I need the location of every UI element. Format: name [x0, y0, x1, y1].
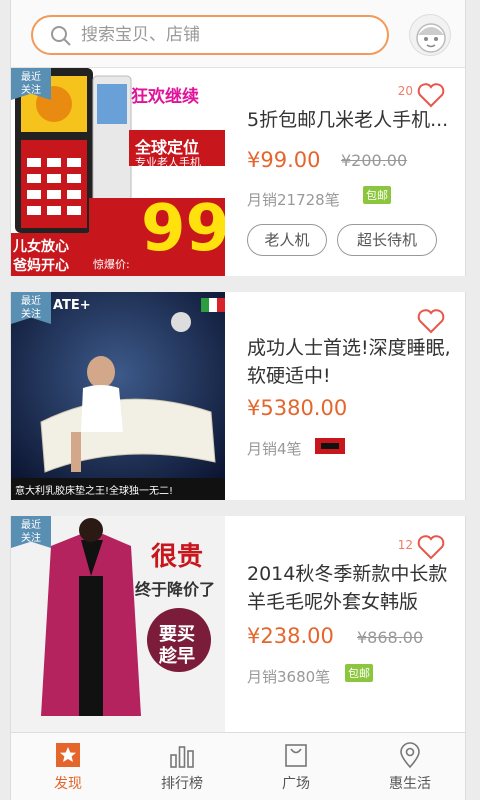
original-price: ¥868.00 — [357, 628, 424, 647]
promo-price-label: 惊爆价: — [93, 258, 130, 271]
bar-chart-icon — [170, 746, 194, 768]
store-badge — [315, 438, 345, 454]
location-pin-icon — [400, 742, 420, 769]
search-input[interactable] — [81, 21, 371, 49]
product-card[interactable]: 狂欢继续 全球定位 专业老人手机 儿女放心 爸妈开心 惊爆价: 99 最近 关注 … — [10, 68, 466, 276]
monthly-sales: 月销21728笔 — [247, 191, 340, 209]
promo-headline: 狂欢继续 — [131, 87, 199, 107]
like-count: 12 — [397, 538, 413, 552]
product-title[interactable]: 5折包邮几米老人手机... — [247, 106, 463, 134]
promo-call-2: 趁早 — [159, 646, 195, 667]
product-card[interactable]: 很贵 终于降价了 要买 趁早 最近 关注 12 2014秋冬季新款中长款羊毛毛呢外… — [10, 516, 466, 732]
heart-icon[interactable] — [417, 308, 445, 334]
product-tag[interactable]: 老人机 — [247, 224, 327, 256]
promo-headline: 很贵 — [151, 542, 204, 572]
promo-subtitle: 终于降价了 — [135, 580, 216, 599]
avatar[interactable] — [409, 14, 451, 56]
monthly-sales: 月销4笔 — [247, 440, 302, 458]
tab-discover[interactable]: 发现 — [11, 733, 125, 800]
product-title[interactable]: 成功人士首选!深度睡眠,软硬适中! — [247, 334, 463, 390]
bottom-tab-bar: 发现 排行榜 广场 惠生活 — [10, 732, 466, 800]
heart-icon[interactable] — [417, 534, 445, 560]
shopping-bag-icon — [285, 744, 307, 767]
avatar-face-icon — [416, 23, 446, 53]
like-count: 20 — [397, 84, 413, 98]
product-price: ¥238.00 — [247, 624, 334, 648]
product-price: ¥5380.00 — [247, 396, 348, 420]
product-image[interactable]: 很贵 终于降价了 要买 趁早 最近 关注 — [11, 516, 225, 732]
brand-label: ATE+ — [53, 298, 91, 313]
product-title[interactable]: 2014秋冬季新款中长款羊毛毛呢外套女韩版 — [247, 560, 463, 616]
promo-slogan-1: 儿女放心 — [13, 239, 69, 255]
search-box[interactable] — [31, 15, 389, 55]
heart-icon[interactable] — [417, 82, 445, 108]
tab-ranking[interactable]: 排行榜 — [125, 733, 239, 800]
promo-slogan-2: 爸妈开心 — [13, 258, 69, 274]
product-price: ¥99.00 — [247, 148, 321, 172]
search-icon — [51, 26, 71, 46]
tab-label: 排行榜 — [161, 776, 203, 792]
star-icon — [56, 743, 80, 767]
product-image[interactable]: 狂欢继续 全球定位 专业老人手机 儿女放心 爸妈开心 惊爆价: 99 最近 关注 — [11, 68, 225, 276]
tab-life[interactable]: 惠生活 — [353, 733, 467, 800]
free-shipping-badge: 包邮 — [363, 186, 391, 204]
product-card[interactable]: ATE+ 意大利乳胶床垫之王!全球独一无二! 最近 关注 成功人士首选!深度睡眠,… — [10, 292, 466, 500]
tab-label: 发现 — [54, 776, 82, 792]
tab-square[interactable]: 广场 — [239, 733, 353, 800]
original-price: ¥200.00 — [341, 151, 408, 170]
product-image[interactable]: ATE+ 意大利乳胶床垫之王!全球独一无二! 最近 关注 — [11, 292, 225, 500]
product-tag[interactable]: 超长待机 — [337, 224, 437, 256]
tab-label: 惠生活 — [389, 776, 431, 792]
promo-price-big: 99 — [141, 192, 225, 266]
monthly-sales: 月销3680笔 — [247, 668, 331, 686]
free-shipping-badge: 包邮 — [345, 664, 373, 682]
tab-label: 广场 — [282, 776, 310, 792]
top-bar — [10, 0, 466, 68]
image-caption: 意大利乳胶床垫之王!全球独一无二! — [15, 486, 174, 497]
promo-subtitle: 专业老人手机 — [135, 156, 201, 169]
